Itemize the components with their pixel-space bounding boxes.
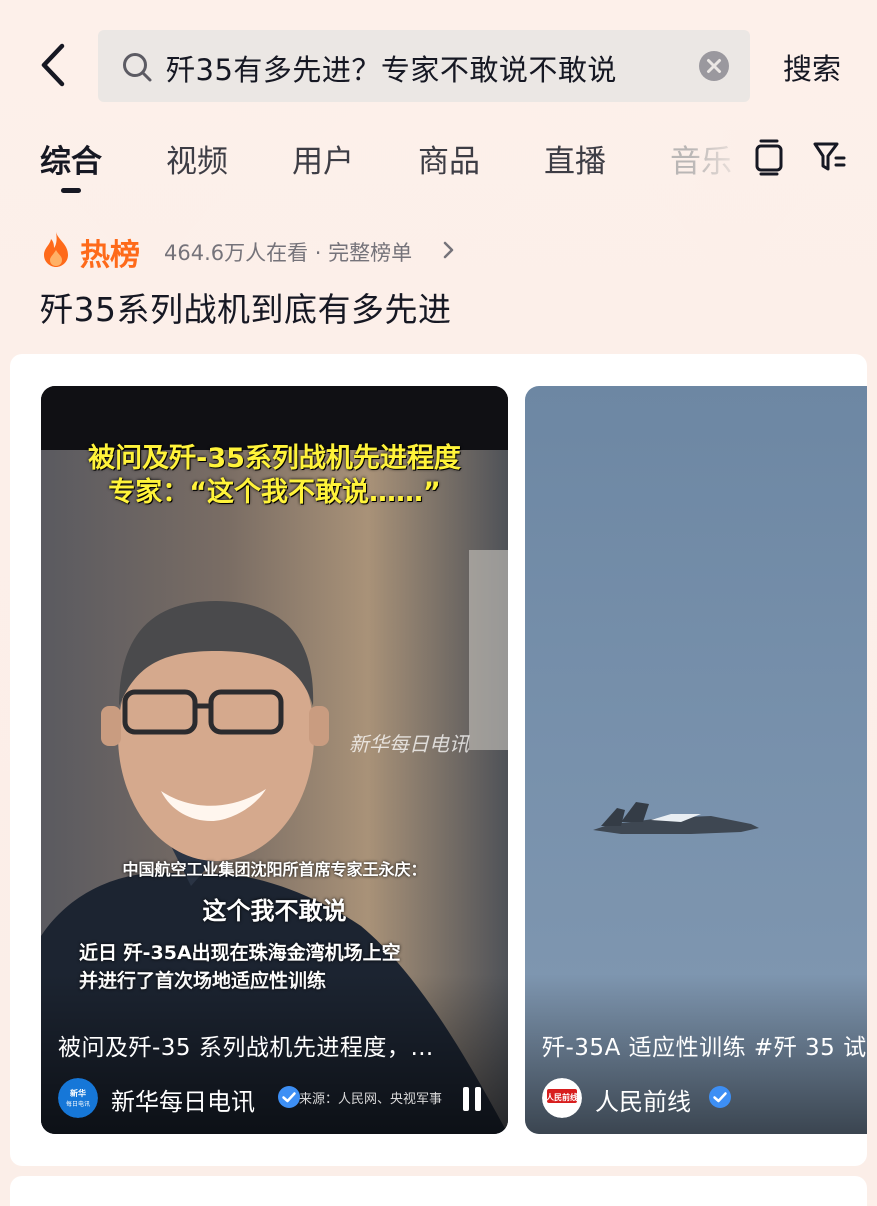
hot-headline[interactable]: 歼35系列战机到底有多先进 — [40, 283, 452, 331]
search-icon — [123, 53, 152, 82]
clear-icon[interactable] — [698, 50, 730, 82]
verified-badge-icon — [278, 1086, 300, 1108]
video-watermark: 新华每日电讯 — [349, 732, 469, 756]
tab-live[interactable]: 直播 — [544, 136, 606, 181]
avatar-logo-text: 新华 — [70, 1088, 86, 1098]
back-arrow-icon[interactable] — [34, 40, 74, 90]
author-row: 人民前线 人民前线 — [525, 1074, 867, 1134]
pause-icon[interactable] — [459, 1085, 485, 1113]
video-subtitle-2: 这个我不敢说 — [202, 897, 347, 925]
top-bar: 歼35有多先进？专家不敢说不敢说 搜索 — [0, 0, 877, 120]
hot-list-row[interactable]: 热榜 464.6万人在看 · 完整榜单 — [40, 228, 840, 273]
search-query-text: 歼35有多先进？专家不敢说不敢说 — [166, 53, 617, 87]
tab-products[interactable]: 商品 — [418, 136, 480, 181]
video-title: 被问及歼-35 系列战机先进程度，… — [58, 1035, 434, 1061]
video-card[interactable]: 被问及歼-35系列战机先进程度 专家：“这个我不敢说……” 新华每日电讯 中国航… — [41, 386, 508, 1134]
video-subtitle-3: 近日 歼-35A出现在珠海金湾机场上空 — [79, 942, 401, 964]
avatar-logo-subtext: 每日电讯 — [66, 1100, 90, 1108]
author-avatar[interactable]: 新华 每日电讯 — [58, 1078, 98, 1118]
active-tab-indicator — [61, 188, 81, 193]
tab-fade-overlay — [690, 130, 750, 190]
video-source-text: 来源：人民网、央视军事 — [299, 1092, 443, 1107]
video-caption-line-2: 专家：“这个我不敢说……” — [108, 477, 441, 508]
verified-badge-icon — [709, 1086, 731, 1108]
hot-list-badge: 热榜 — [80, 238, 140, 273]
video-results-panel: 被问及歼-35系列战机先进程度 专家：“这个我不敢说……” 新华每日电讯 中国航… — [10, 354, 867, 1166]
hot-list-meta[interactable]: 464.6万人在看 · 完整榜单 — [164, 237, 412, 267]
tab-users[interactable]: 用户 — [292, 136, 354, 181]
tab-comprehensive[interactable]: 综合 — [40, 136, 102, 181]
layout-toggle-icon[interactable] — [753, 138, 785, 176]
fire-icon — [44, 232, 68, 267]
video-card[interactable]: 歼-35A 适应性训练 #歼 35 试 人民前线 人民前线 — [525, 386, 867, 1134]
avatar-logo-text: 人民前线 — [546, 1092, 578, 1102]
next-section-edge — [10, 1176, 867, 1206]
author-avatar[interactable]: 人民前线 — [542, 1078, 582, 1118]
tab-video[interactable]: 视频 — [166, 136, 228, 181]
search-button[interactable]: 搜索 — [783, 46, 841, 88]
filter-icon[interactable] — [812, 140, 846, 174]
fighter-jet-image — [593, 802, 759, 834]
search-input[interactable]: 歼35有多先进？专家不敢说不敢说 — [98, 30, 750, 102]
author-name[interactable]: 新华每日电讯 — [111, 1082, 255, 1117]
chevron-right-icon[interactable] — [440, 238, 458, 262]
video-subtitle-1: 中国航空工业集团沈阳所首席专家王永庆： — [122, 860, 427, 879]
video-title: 歼-35A 适应性训练 #歼 35 试 — [542, 1035, 867, 1061]
tab-bar: 综合 视频 用户 商品 直播 音乐 — [0, 130, 877, 200]
author-name[interactable]: 人民前线 — [595, 1082, 691, 1117]
author-row: 新华 每日电讯 新华每日电讯 来源：人民网、央视军事 — [41, 1074, 508, 1134]
